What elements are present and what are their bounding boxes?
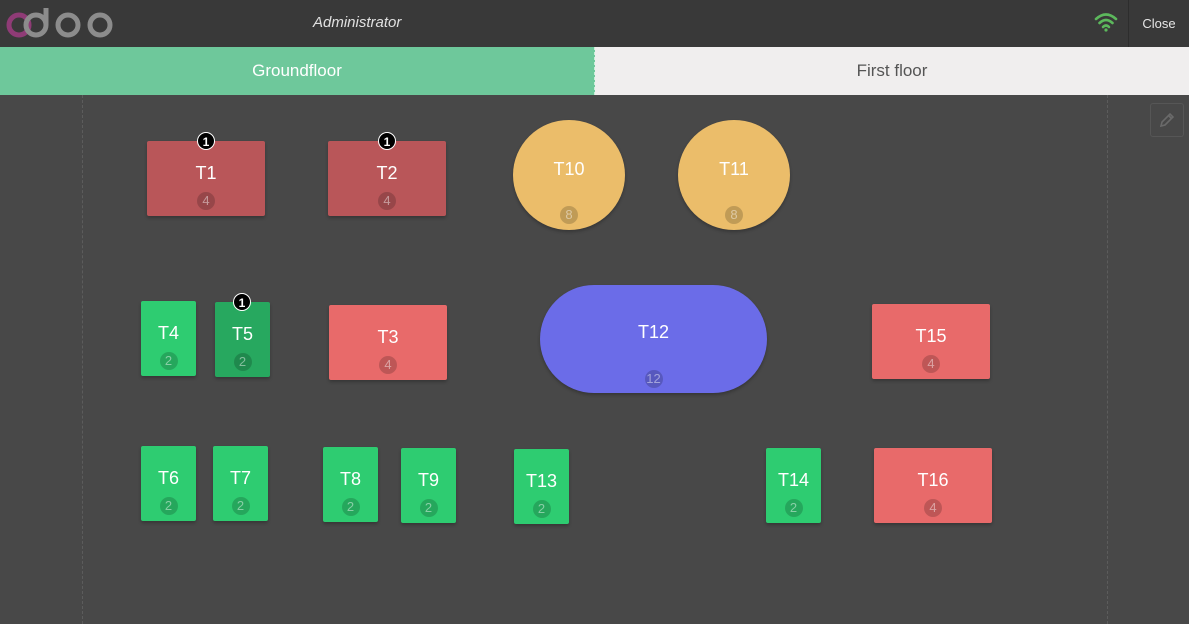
table-t8[interactable]: T8 2 xyxy=(323,447,378,522)
top-bar: Administrator Close xyxy=(0,0,1189,47)
table-name: T7 xyxy=(229,468,251,488)
seat-count: 2 xyxy=(233,353,252,371)
seat-count: 2 xyxy=(159,352,178,370)
table-name: T2 xyxy=(376,163,398,183)
table-t2[interactable]: T2 4 xyxy=(328,141,446,216)
table-t12[interactable]: T12 12 xyxy=(540,285,767,393)
order-count-badge: 1 xyxy=(378,132,396,150)
table-t6[interactable]: T6 2 xyxy=(141,446,196,521)
table-t15[interactable]: T15 4 xyxy=(872,304,990,379)
floor-selector: Groundfloor First floor xyxy=(0,47,1189,95)
seat-count: 4 xyxy=(924,499,942,517)
seat-count: 2 xyxy=(231,497,250,515)
edit-floor-button[interactable] xyxy=(1150,103,1184,137)
table-name: T14 xyxy=(777,470,810,490)
table-t10[interactable]: T10 8 xyxy=(513,120,625,230)
table-t7[interactable]: T7 2 xyxy=(213,446,268,521)
close-button[interactable]: Close xyxy=(1128,0,1189,47)
table-name: T5 xyxy=(231,324,253,344)
order-count-badge: 1 xyxy=(197,132,215,150)
seat-count: 12 xyxy=(644,370,663,388)
table-t16[interactable]: T16 4 xyxy=(874,448,992,523)
table-name: T13 xyxy=(525,471,558,491)
table-t4[interactable]: T4 2 xyxy=(141,301,196,376)
seat-count: 2 xyxy=(784,499,803,517)
table-name: T3 xyxy=(377,327,399,347)
pencil-icon xyxy=(1159,112,1175,128)
order-count-badge: 1 xyxy=(233,293,251,311)
table-name: T9 xyxy=(417,470,439,490)
seat-count: 2 xyxy=(341,498,360,516)
table-name: T16 xyxy=(917,470,949,490)
table-name: T10 xyxy=(553,159,585,179)
table-name: T15 xyxy=(915,326,947,346)
table-name: T6 xyxy=(157,468,179,488)
seat-count: 4 xyxy=(197,192,215,210)
seat-count: 8 xyxy=(725,206,743,224)
wifi-icon xyxy=(1094,13,1118,32)
table-t14[interactable]: T14 2 xyxy=(766,448,821,523)
seat-count: 4 xyxy=(378,192,396,210)
table-t1[interactable]: T1 4 xyxy=(147,141,265,216)
table-t13[interactable]: T13 2 xyxy=(514,449,569,524)
seat-count: 8 xyxy=(560,206,578,224)
table-t11[interactable]: T11 8 xyxy=(678,120,790,230)
table-t3[interactable]: T3 4 xyxy=(329,305,447,380)
table-t9[interactable]: T9 2 xyxy=(401,448,456,523)
table-t5[interactable]: T5 2 xyxy=(215,302,270,377)
guide-line-left xyxy=(82,95,83,624)
table-name: T1 xyxy=(195,163,217,183)
floor-map: T1 4 1 T2 4 1 T10 8 T11 8 T4 2 T5 2 1 T3… xyxy=(0,95,1189,624)
table-name: T4 xyxy=(157,323,179,343)
seat-count: 4 xyxy=(379,356,397,374)
seat-count: 4 xyxy=(922,355,940,373)
user-name: Administrator xyxy=(313,14,402,31)
tab-groundfloor[interactable]: Groundfloor xyxy=(0,47,595,95)
tab-first-floor[interactable]: First floor xyxy=(595,47,1189,95)
odoo-logo xyxy=(6,8,113,38)
guide-line-right xyxy=(1107,95,1108,624)
table-name: T12 xyxy=(637,322,670,342)
seat-count: 2 xyxy=(419,499,438,517)
table-name: T11 xyxy=(719,159,749,179)
seat-count: 2 xyxy=(159,497,178,515)
seat-count: 2 xyxy=(532,500,551,518)
table-name: T8 xyxy=(339,469,361,489)
